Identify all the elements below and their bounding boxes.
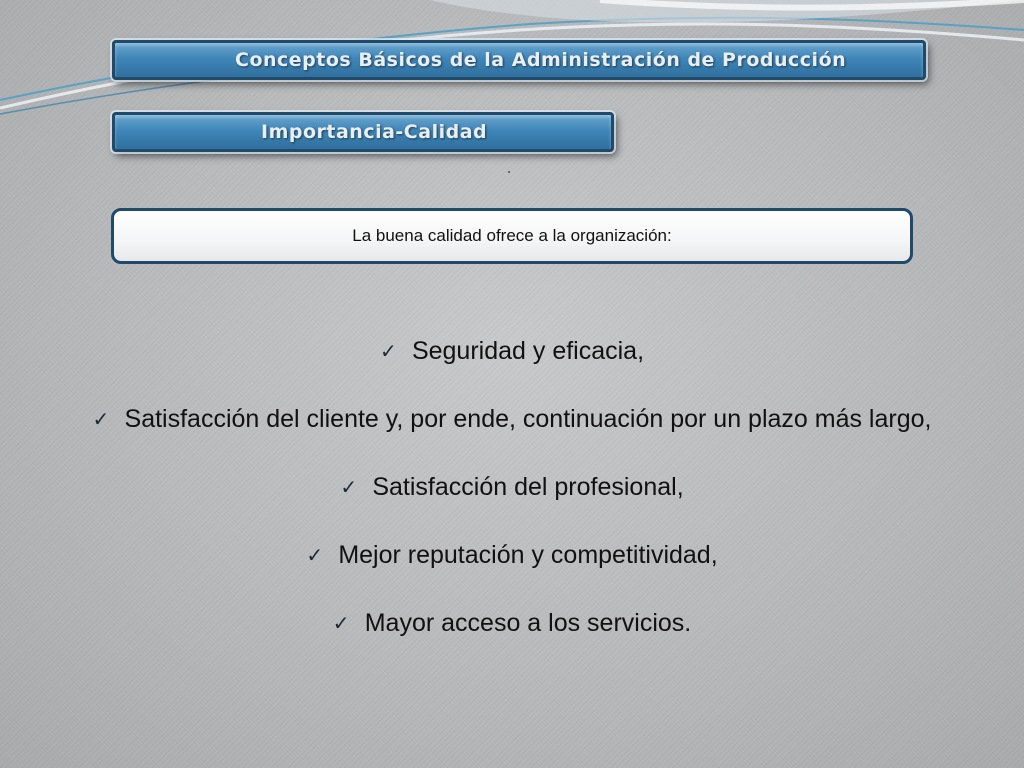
list-item: ✓ Satisfacción del cliente y, por ende, … <box>0 401 1024 469</box>
list-item: ✓ Seguridad y eficacia, <box>0 333 1024 401</box>
intro-box: La buena calidad ofrece a la organizació… <box>111 208 913 264</box>
main-title-banner: Conceptos Básicos de la Administración d… <box>112 40 926 80</box>
checkmark-icon: ✓ <box>332 611 350 635</box>
checkmark-icon: ✓ <box>306 543 324 567</box>
subtitle-banner: Importancia-Calidad <box>112 112 614 152</box>
list-item-text: Satisfacción del cliente y, por ende, co… <box>124 405 932 433</box>
slide: Conceptos Básicos de la Administración d… <box>0 0 1024 768</box>
list-item-text: Mejor reputación y competitividad, <box>338 541 718 569</box>
list-item-text: Seguridad y eficacia, <box>411 337 645 365</box>
list-item: ✓ Satisfacción del profesional, <box>0 469 1024 537</box>
list-item-text: Mayor acceso a los servicios. <box>364 609 692 637</box>
list-item: ✓ Mayor acceso a los servicios. <box>0 605 1024 673</box>
list-item-text: Satisfacción del profesional, <box>372 473 684 501</box>
checkmark-icon: ✓ <box>340 475 358 499</box>
intro-text: La buena calidad ofrece a la organizació… <box>352 226 672 245</box>
stray-dot <box>508 171 510 173</box>
main-title: Conceptos Básicos de la Administración d… <box>235 49 847 71</box>
list-item: ✓ Mejor reputación y competitividad, <box>0 537 1024 605</box>
benefits-checklist: ✓ Seguridad y eficacia, ✓ Satisfacción d… <box>0 333 1024 673</box>
subtitle: Importancia-Calidad <box>261 121 488 143</box>
checkmark-icon: ✓ <box>379 339 397 363</box>
checkmark-icon: ✓ <box>92 407 110 431</box>
